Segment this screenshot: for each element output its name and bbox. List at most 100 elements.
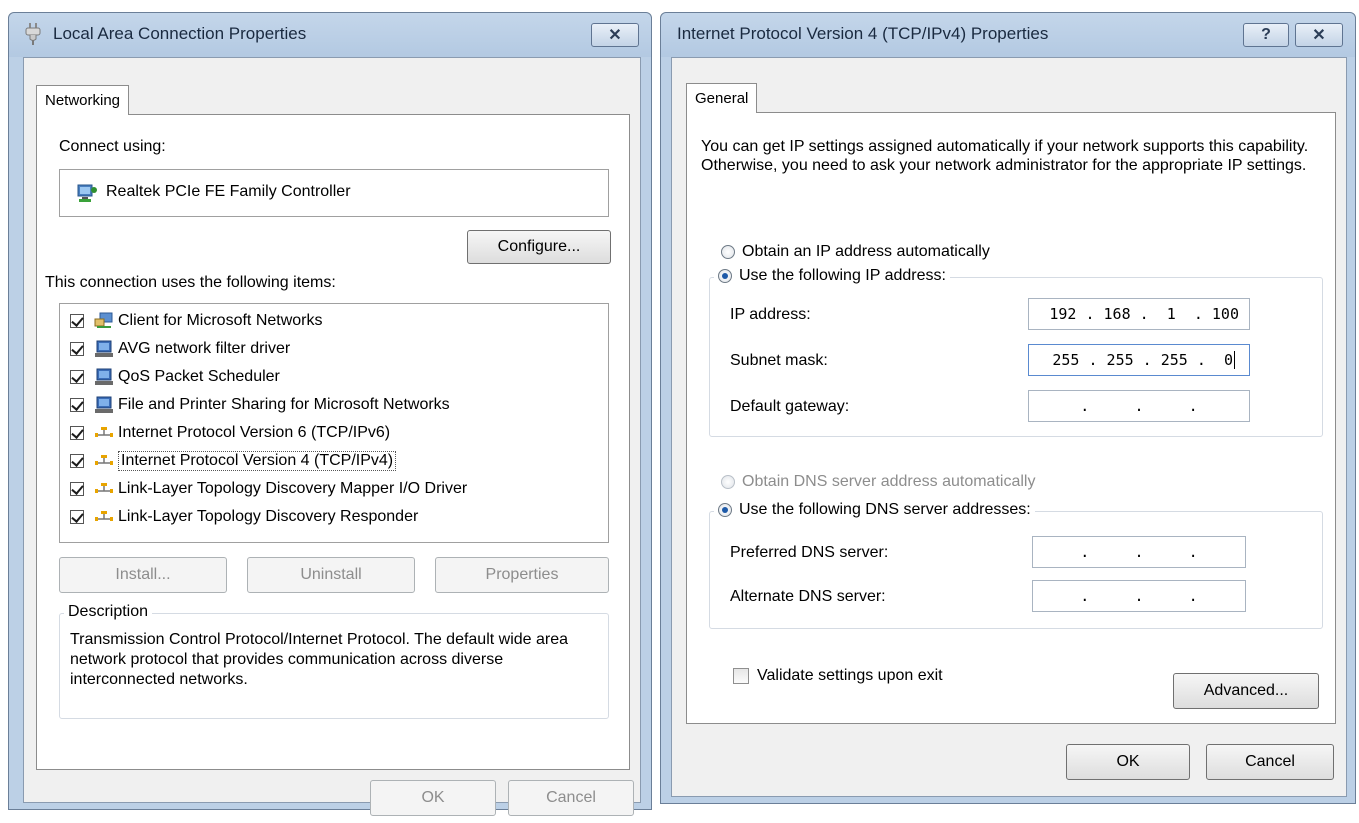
list-item-label: Client for Microsoft Networks [118,312,323,329]
use-ip-option[interactable]: Use the following IP address: [714,267,950,285]
close-icon: ✕ [608,27,622,44]
help-icon: ? [1261,26,1271,43]
ip-address-field[interactable]: 192 . 168 . 1 . 100 [1028,298,1250,330]
items-list[interactable]: Client for Microsoft Networks AVG networ… [59,303,609,543]
network-plug-icon [25,23,41,45]
ip-address-value: 192 . 168 . 1 . 100 [1049,305,1239,323]
list-item-label: QoS Packet Scheduler [118,368,280,385]
use-dns-radio[interactable] [718,503,732,517]
ok-button[interactable]: OK [1066,744,1190,780]
checkbox[interactable] [70,426,84,440]
adapter-box: Realtek PCIe FE Family Controller [59,169,609,217]
protocol-icon [95,483,113,493]
protocol-icon [95,455,113,465]
list-item-label: Link-Layer Topology Discovery Mapper I/O… [118,480,468,497]
preferred-dns-label: Preferred DNS server: [730,544,889,561]
advanced-button[interactable]: Advanced... [1173,673,1319,709]
obtain-dns-auto-label: Obtain DNS server address automatically [742,473,1036,490]
checkbox[interactable] [70,482,84,496]
preferred-dns-value: . . . [1080,543,1198,561]
tab-label: General [695,90,749,107]
description-text: Transmission Control Protocol/Internet P… [70,631,569,688]
default-gateway-value: . . . [1080,397,1198,415]
title-bar[interactable]: Local Area Connection Properties ✕ [9,13,651,57]
use-ip-label: Use the following IP address: [739,267,946,284]
ok-button[interactable]: OK [370,780,496,816]
validate-settings-checkbox[interactable] [733,668,749,684]
alternate-dns-field[interactable]: . . . [1032,580,1246,612]
list-item-label: Internet Protocol Version 6 (TCP/IPv6) [118,424,391,441]
list-item-ipv4[interactable]: Internet Protocol Version 4 (TCP/IPv4) [70,448,397,474]
cancel-button[interactable]: Cancel [508,780,634,816]
connect-using-label: Connect using: [59,138,166,155]
description-legend: Description [64,603,153,621]
list-item-ipv6[interactable]: Internet Protocol Version 6 (TCP/IPv6) [70,420,390,446]
uninstall-button-label: Uninstall [300,566,362,583]
use-ip-radio[interactable] [718,269,732,283]
tab-general[interactable]: General [686,83,758,113]
network-service-icon [95,396,113,413]
checkbox[interactable] [70,342,84,356]
adapter-name: Realtek PCIe FE Family Controller [106,183,351,200]
uninstall-button[interactable]: Uninstall [247,557,415,593]
use-dns-label: Use the following DNS server addresses: [739,501,1031,518]
configure-button[interactable]: Configure... [467,230,611,264]
default-gateway-label: Default gateway: [730,398,850,415]
list-item-label: Link-Layer Topology Discovery Responder [118,508,419,525]
close-button[interactable]: ✕ [591,23,639,47]
network-service-icon [95,340,113,357]
list-item-qos-packet-scheduler[interactable]: QoS Packet Scheduler [70,364,280,390]
list-item-client-for-microsoft-networks[interactable]: Client for Microsoft Networks [70,308,323,334]
properties-button[interactable]: Properties [435,557,609,593]
configure-button-label: Configure... [497,238,581,255]
obtain-ip-auto-radio[interactable] [721,245,735,259]
install-button-label: Install... [115,566,171,583]
items-label: This connection uses the following items… [45,274,336,291]
ipv4-properties-window: Internet Protocol Version 4 (TCP/IPv4) P… [660,12,1356,804]
network-service-icon [95,368,113,385]
tab-networking[interactable]: Networking [36,85,130,115]
cancel-button-label: Cancel [1245,753,1295,770]
obtain-ip-auto-option[interactable]: Obtain an IP address automatically [721,243,990,261]
validate-settings-label: Validate settings upon exit [757,667,943,684]
list-item-lltd-mapper[interactable]: Link-Layer Topology Discovery Mapper I/O… [70,476,467,502]
ok-button-label: OK [1116,753,1140,770]
checkbox[interactable] [70,314,84,328]
networking-tab-page: Connect using: Realtek PCIe FE Family Co… [36,114,630,770]
checkbox[interactable] [70,370,84,384]
description-groupbox: Description Transmission Control Protoco… [59,603,609,719]
checkbox[interactable] [70,398,84,412]
obtain-dns-auto-radio[interactable] [721,475,735,489]
close-icon: ✕ [1312,27,1326,44]
install-button[interactable]: Install... [59,557,227,593]
properties-button-label: Properties [485,566,559,583]
alternate-dns-label: Alternate DNS server: [730,588,886,605]
list-item-avg-network-filter-driver[interactable]: AVG network filter driver [70,336,290,362]
list-item-file-and-printer-sharing[interactable]: File and Printer Sharing for Microsoft N… [70,392,450,418]
obtain-dns-auto-option[interactable]: Obtain DNS server address automatically [721,473,1035,491]
list-item-lltd-responder[interactable]: Link-Layer Topology Discovery Responder [70,504,418,530]
default-gateway-field[interactable]: . . . [1028,390,1250,422]
text-caret [1234,351,1235,369]
advanced-button-label: Advanced... [1203,682,1289,699]
window-title: Internet Protocol Version 4 (TCP/IPv4) P… [677,24,1049,43]
checkbox[interactable] [70,454,84,468]
cancel-button-label: Cancel [546,789,596,806]
close-button[interactable]: ✕ [1295,23,1343,47]
subnet-mask-field[interactable]: 255 . 255 . 255 . 0 [1028,344,1250,376]
dialog-body: Networking Connect using: Realtek PCIe F… [23,57,641,816]
use-dns-option[interactable]: Use the following DNS server addresses: [714,501,1035,519]
ip-address-label: IP address: [730,306,811,323]
dns-groupbox: Use the following DNS server addresses: … [709,501,1323,629]
list-item-label: AVG network filter driver [118,340,291,357]
intro-text: You can get IP settings assigned automat… [701,138,1309,174]
alternate-dns-value: . . . [1080,587,1198,605]
help-button[interactable]: ? [1243,23,1289,47]
cancel-button[interactable]: Cancel [1206,744,1334,780]
ok-button-label: OK [421,789,445,806]
ip-address-groupbox: Use the following IP address: IP address… [709,267,1323,437]
checkbox[interactable] [70,510,84,524]
preferred-dns-field[interactable]: . . . [1032,536,1246,568]
title-bar[interactable]: Internet Protocol Version 4 (TCP/IPv4) P… [661,13,1355,57]
protocol-icon [95,427,113,437]
